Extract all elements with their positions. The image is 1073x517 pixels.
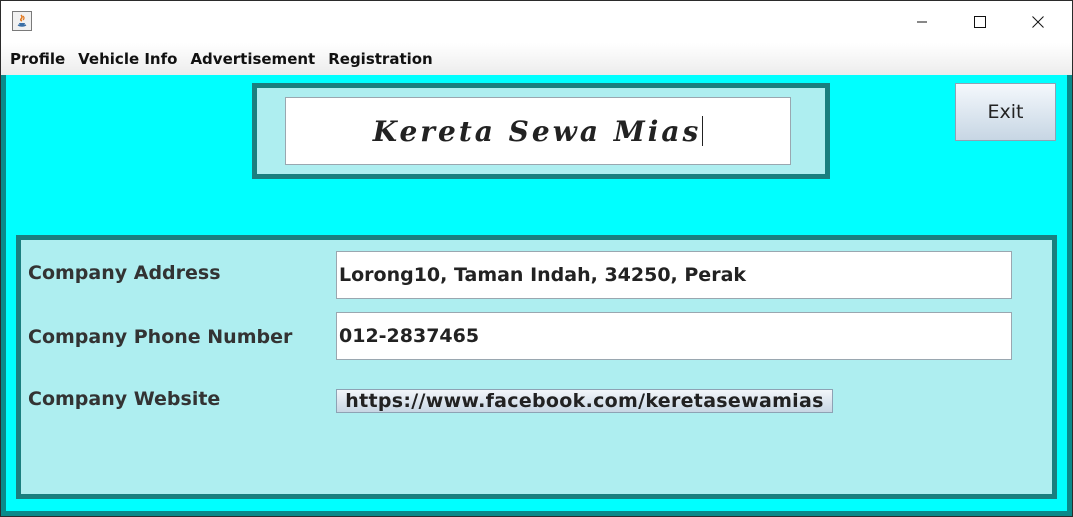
company-address-label: Company Address <box>28 262 221 284</box>
title-field[interactable]: Kereta Sewa Mias <box>285 97 791 165</box>
app-window: Profile Vehicle Info Advertisement Regis… <box>0 0 1073 517</box>
menu-bar: Profile Vehicle Info Advertisement Regis… <box>1 43 1072 75</box>
company-website-button[interactable]: https://www.facebook.com/keretasewamias <box>336 389 833 413</box>
maximize-button[interactable] <box>951 1 1009 43</box>
company-info-panel: Company Address Lorong10, Taman Indah, 3… <box>16 235 1057 499</box>
minimize-icon <box>917 21 927 23</box>
title-bar <box>1 1 1072 43</box>
menu-advertisement[interactable]: Advertisement <box>186 43 319 75</box>
company-website-label: Company Website <box>28 388 221 410</box>
java-app-icon <box>12 11 32 31</box>
menu-vehicle-info[interactable]: Vehicle Info <box>74 43 181 75</box>
title-panel: Kereta Sewa Mias <box>252 83 830 179</box>
minimize-button[interactable] <box>893 1 951 43</box>
close-icon <box>1032 16 1044 28</box>
company-title: Kereta Sewa Mias <box>372 114 702 148</box>
maximize-icon <box>974 16 986 28</box>
company-address-field[interactable]: Lorong10, Taman Indah, 34250, Perak <box>336 251 1012 299</box>
exit-button[interactable]: Exit <box>955 83 1056 141</box>
company-phone-label: Company Phone Number <box>28 326 293 348</box>
company-phone-field[interactable]: 012-2837465 <box>336 312 1012 360</box>
menu-registration[interactable]: Registration <box>324 43 437 75</box>
text-caret <box>702 116 704 146</box>
close-button[interactable] <box>1009 1 1067 43</box>
content-area: Kereta Sewa Mias Exit Company Address Lo… <box>1 75 1072 516</box>
menu-profile[interactable]: Profile <box>6 43 69 75</box>
